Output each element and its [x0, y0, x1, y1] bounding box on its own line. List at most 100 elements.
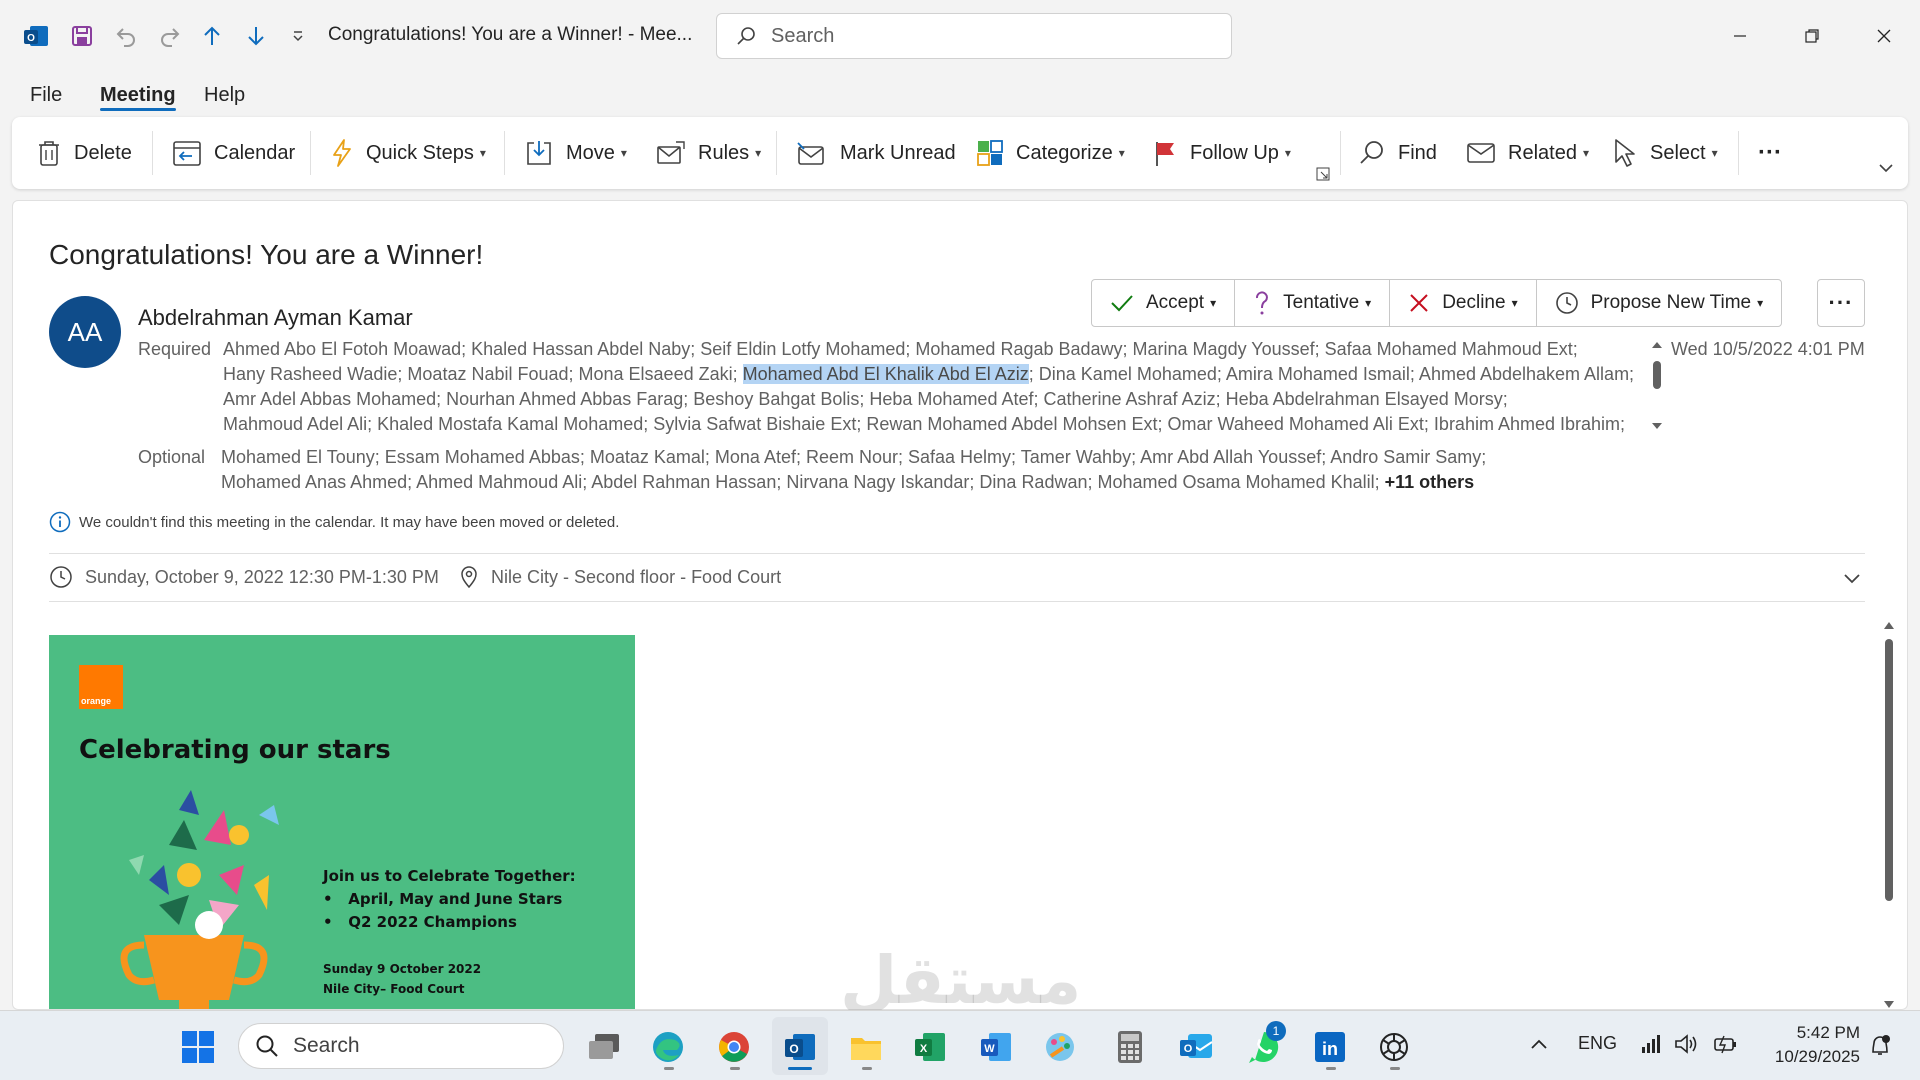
envelope-unread-icon [796, 139, 828, 167]
tags-dialog-launcher-icon[interactable] [1316, 167, 1330, 186]
task-view-icon[interactable] [584, 1027, 624, 1067]
categorize-icon [976, 139, 1004, 167]
accept-button[interactable]: Accept ▾ [1092, 280, 1236, 326]
calculator-icon[interactable] [1110, 1027, 1150, 1067]
menu-meeting[interactable]: Meeting [100, 84, 176, 107]
flag-icon [1152, 139, 1178, 167]
restore-button[interactable] [1782, 14, 1842, 58]
more-commands-button[interactable]: ··· [1758, 117, 1782, 189]
tentative-label: Tentative [1283, 292, 1360, 313]
follow-up-button[interactable]: Follow Up ▾ [1152, 117, 1291, 189]
chatgpt-icon[interactable] [1374, 1027, 1414, 1067]
quick-steps-label: Quick Steps [366, 141, 474, 164]
title-bar: O Congratulations! You are a Winner! - M… [0, 0, 1920, 72]
required-line: Hany Rasheed Wadie; Moataz Nabil Fouad; … [223, 364, 1635, 384]
taskbar: Search O X W O 1 in ENG 5:42 PM 10/29/20… [0, 1010, 1920, 1080]
move-button[interactable]: Move ▾ [524, 117, 627, 189]
more-actions-button[interactable]: ··· [1817, 279, 1865, 327]
banner-event-date: Sunday 9 October 2022 [323, 962, 482, 976]
next-item-icon[interactable] [240, 20, 272, 52]
close-button[interactable] [1854, 14, 1914, 58]
system-clock[interactable]: 5:42 PM 10/29/2025 [1750, 1021, 1860, 1069]
minimize-button[interactable] [1710, 14, 1770, 58]
svg-text:O: O [27, 33, 35, 44]
wifi-icon[interactable] [1640, 1033, 1664, 1060]
paint-icon[interactable] [1040, 1027, 1080, 1067]
clock-time: 5:42 PM [1796, 1023, 1860, 1042]
taskbar-search[interactable]: Search [238, 1023, 564, 1069]
redo-icon[interactable] [154, 20, 186, 52]
search-icon [737, 27, 755, 45]
outlook-new-icon[interactable]: O [1176, 1027, 1216, 1067]
chevron-down-icon: ▾ [1284, 146, 1291, 160]
trophy-illustration [120, 790, 279, 1009]
notification-center-icon[interactable] [1868, 1033, 1892, 1062]
divider [49, 601, 1865, 602]
chevron-down-icon: ▾ [1757, 296, 1764, 310]
start-icon[interactable] [178, 1027, 218, 1067]
categorize-button[interactable]: Categorize ▾ [976, 117, 1125, 189]
expand-details-icon[interactable] [1843, 571, 1861, 589]
search-input[interactable] [771, 24, 1191, 48]
checkmark-icon [1110, 293, 1134, 313]
customize-toolbar-icon[interactable] [282, 20, 314, 52]
rules-icon [656, 139, 686, 167]
battery-icon[interactable] [1712, 1033, 1738, 1060]
tentative-button[interactable]: Tentative ▾ [1235, 280, 1391, 326]
watermark: مستقل [840, 942, 1082, 1019]
cursor-icon [1612, 138, 1638, 168]
svg-text:O: O [789, 1042, 798, 1056]
chevron-down-icon: ▾ [1365, 296, 1372, 310]
propose-new-time-button[interactable]: Propose New Time ▾ [1537, 280, 1782, 326]
attendees-scrollbar[interactable] [1649, 339, 1665, 435]
sender-name[interactable]: Abdelrahman Ayman Kamar [138, 305, 413, 331]
volume-icon[interactable] [1674, 1033, 1700, 1060]
optional-attendees: Mohamed El Touny; Essam Mohamed Abbas; M… [221, 445, 1651, 495]
outlook-taskbar-icon[interactable]: O [780, 1027, 820, 1067]
body-scrollbar[interactable] [1881, 619, 1897, 1009]
search-box[interactable] [716, 13, 1232, 59]
rules-button[interactable]: Rules ▾ [656, 117, 761, 189]
info-bar: We couldn't find this meeting in the cal… [49, 511, 619, 533]
chevron-down-icon: ▾ [1511, 296, 1518, 310]
chevron-down-icon: ▾ [1210, 296, 1217, 310]
excel-icon[interactable]: X [910, 1027, 950, 1067]
linkedin-icon[interactable]: in [1310, 1027, 1350, 1067]
rules-label: Rules [698, 141, 750, 164]
menu-file[interactable]: File [30, 84, 62, 107]
mark-unread-button[interactable]: Mark Unread [796, 117, 956, 189]
decline-button[interactable]: Decline ▾ [1390, 280, 1537, 326]
reading-pane: Congratulations! You are a Winner! AA Ab… [12, 200, 1908, 1010]
chevron-down-icon: ▾ [1582, 146, 1589, 160]
calendar-button[interactable]: Calendar [172, 117, 295, 189]
delete-button[interactable]: Delete [36, 117, 132, 189]
file-explorer-icon[interactable] [846, 1027, 886, 1067]
find-button[interactable]: Find [1358, 117, 1437, 189]
meeting-time-text: Sunday, October 9, 2022 12:30 PM-1:30 PM [85, 566, 439, 587]
clock-date: 10/29/2025 [1774, 1047, 1860, 1066]
select-button[interactable]: Select ▾ [1612, 117, 1718, 189]
chrome-icon[interactable] [714, 1027, 754, 1067]
expand-ribbon-icon[interactable] [1878, 161, 1894, 179]
outlook-app-icon: O [20, 20, 52, 52]
required-line: Amr Adel Abbas Mohamed; Nourhan Ahmed Ab… [223, 389, 1508, 409]
edge-icon[interactable] [648, 1027, 688, 1067]
optional-label: Optional [138, 447, 206, 467]
avatar[interactable]: AA [49, 296, 121, 368]
word-icon[interactable]: W [976, 1027, 1016, 1067]
show-hidden-icons-icon[interactable] [1530, 1037, 1548, 1055]
related-button[interactable]: Related ▾ [1466, 117, 1589, 189]
previous-item-icon[interactable] [196, 20, 228, 52]
undo-icon[interactable] [110, 20, 142, 52]
menu-help[interactable]: Help [204, 84, 245, 107]
language-indicator[interactable]: ENG [1578, 1033, 1617, 1054]
banner-event-place: Nile City– Food Court [323, 982, 465, 996]
save-icon[interactable] [66, 20, 98, 52]
meeting-time: Sunday, October 9, 2022 12:30 PM-1:30 PM [49, 565, 439, 589]
search-icon [255, 1034, 279, 1058]
selected-attendee[interactable]: Mohamed Abd El Khalik Abd El Aziz [742, 364, 1029, 384]
info-icon [49, 511, 71, 533]
lightning-icon [330, 138, 354, 168]
quick-steps-button[interactable]: Quick Steps ▾ [330, 117, 486, 189]
more-attendees-link[interactable]: +11 others [1385, 472, 1475, 492]
